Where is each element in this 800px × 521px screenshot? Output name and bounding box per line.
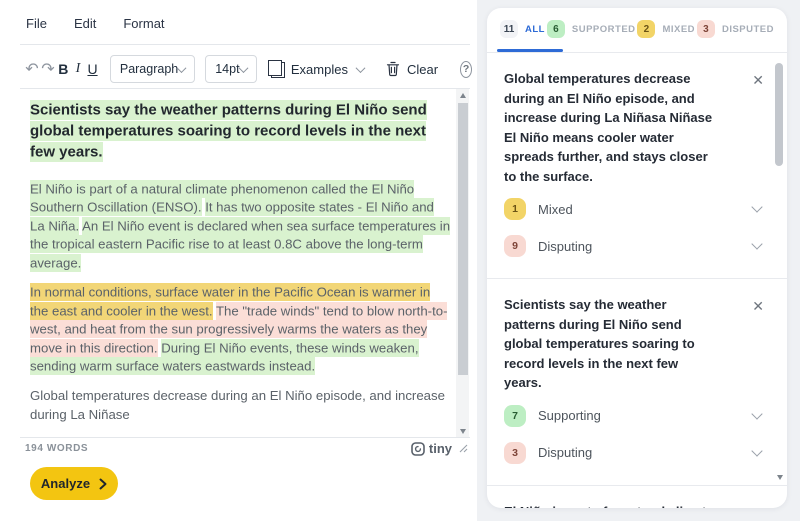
help-icon[interactable]: ? — [460, 61, 472, 78]
menu-format[interactable]: Format — [123, 16, 164, 31]
paragraph-style-value: Paragraph — [120, 62, 178, 76]
scroll-down-arrow[interactable] — [777, 480, 783, 498]
close-icon[interactable]: ✕ — [750, 296, 766, 317]
claim-text: Global temperatures decrease during an E… — [504, 69, 714, 186]
tab-supported[interactable]: 6 SUPPORTED — [547, 20, 636, 38]
tiny-logo[interactable]: tiny — [411, 441, 452, 456]
panel-scrollbar — [775, 58, 783, 482]
claim-evidence-row[interactable]: 3 Disputing — [504, 442, 771, 464]
claims-panel: 11 ALL 6 SUPPORTED 2 MIXED 3 DISPUTED Gl… — [487, 8, 787, 508]
tab-mixed-label: MIXED — [662, 24, 695, 35]
editor-toolbar: ↶ ↷ B I U Paragraph 14pt Examples Clear … — [24, 51, 472, 87]
tab-all-label: ALL — [525, 24, 545, 35]
tab-disputed[interactable]: 3 DISPUTED — [697, 20, 774, 38]
claim-evidence-row[interactable]: 7 Supporting — [504, 405, 771, 427]
tab-disputed-count: 3 — [697, 20, 715, 38]
close-icon[interactable]: ✕ — [750, 70, 766, 91]
font-size-value: 14pt — [215, 62, 239, 76]
editor-content[interactable]: Scientists say the weather patterns duri… — [30, 89, 452, 437]
undo-icon[interactable]: ↶ — [24, 55, 40, 83]
editor-paragraph: El Niño is part of a natural climate phe… — [30, 180, 452, 273]
claims-tabs: 11 ALL 6 SUPPORTED 2 MIXED 3 DISPUTED — [487, 8, 787, 50]
word-count: 194 WORDS — [25, 443, 88, 454]
copy-pages-icon[interactable] — [271, 60, 282, 78]
chevron-down-icon — [177, 63, 187, 73]
menubar-divider — [20, 44, 470, 45]
examples-dropdown[interactable]: Examples — [291, 62, 364, 77]
claim-card: Global temperatures decrease during an E… — [487, 53, 787, 278]
chevron-down-icon — [356, 63, 366, 73]
tab-supported-count: 6 — [547, 20, 565, 38]
arrow-right-icon — [99, 478, 107, 490]
tiny-logo-text: tiny — [429, 441, 452, 456]
claims-list: Global temperatures decrease during an E… — [487, 53, 787, 508]
evidence-count-badge: 1 — [504, 198, 526, 220]
menu-file[interactable]: File — [26, 16, 47, 31]
chevron-down-icon[interactable] — [751, 201, 762, 212]
claim-card: Scientists say the weather patterns duri… — [487, 278, 787, 485]
font-size-select[interactable]: 14pt — [205, 55, 256, 83]
claim-text: El Niño is part of a natural climate phe… — [504, 502, 714, 509]
scroll-down-arrow[interactable] — [456, 425, 469, 437]
analyze-label: Analyze — [41, 476, 90, 491]
evidence-label: Mixed — [538, 202, 573, 217]
claim-card: El Niño is part of a natural climate phe… — [487, 485, 787, 509]
editor-paragraph: In normal conditions, surface water in t… — [30, 284, 452, 377]
scroll-up-arrow[interactable] — [456, 89, 469, 101]
chevron-down-icon[interactable] — [751, 445, 762, 456]
scrollbar-thumb[interactable] — [775, 63, 783, 166]
evidence-count-badge: 3 — [504, 442, 526, 464]
editor-heading: Scientists say the weather patterns duri… — [30, 99, 452, 162]
claim-evidence-row[interactable]: 9 Disputing — [504, 235, 771, 257]
highlighted-text-green: Scientists say the weather patterns duri… — [30, 100, 427, 162]
evidence-label: Disputing — [538, 239, 592, 254]
editor-menubar: File Edit Format — [26, 16, 165, 31]
evidence-label: Supporting — [538, 408, 601, 423]
tab-all-count: 11 — [500, 20, 518, 38]
chevron-down-icon[interactable] — [751, 238, 762, 249]
chevron-down-icon[interactable] — [751, 408, 762, 419]
editor-scrollbar — [456, 89, 469, 437]
tab-supported-label: SUPPORTED — [572, 24, 636, 35]
tab-mixed-count: 2 — [637, 20, 655, 38]
editor-statusbar: 194 WORDS tiny — [20, 437, 470, 459]
tab-disputed-label: DISPUTED — [722, 24, 774, 35]
clear-button[interactable]: Clear — [386, 61, 438, 77]
clear-label: Clear — [407, 62, 438, 77]
trash-icon — [386, 61, 400, 77]
close-icon[interactable]: ✕ — [750, 503, 766, 509]
redo-icon[interactable]: ↷ — [40, 55, 56, 83]
scrollbar-thumb[interactable] — [458, 103, 468, 375]
app: File Edit Format ↶ ↷ B I U Paragraph 14p… — [0, 0, 800, 521]
examples-label: Examples — [291, 62, 348, 77]
bold-button[interactable]: B — [56, 55, 71, 83]
highlighted-text-green: An El Niño event is declared when sea su… — [30, 217, 450, 272]
underline-button[interactable]: U — [85, 55, 100, 83]
resize-handle[interactable] — [459, 444, 468, 453]
evidence-label: Disputing — [538, 445, 592, 460]
editor-paragraph: Global temperatures decrease during an E… — [30, 387, 452, 424]
evidence-count-badge: 7 — [504, 405, 526, 427]
paragraph-style-select[interactable]: Paragraph — [110, 55, 195, 83]
italic-button[interactable]: I — [71, 55, 86, 83]
tab-all[interactable]: 11 ALL — [500, 20, 545, 38]
analyze-button[interactable]: Analyze — [30, 467, 118, 500]
claim-text: Scientists say the weather patterns duri… — [504, 295, 714, 393]
plain-text: Global temperatures decrease during an E… — [30, 388, 445, 422]
tiny-logo-icon — [411, 442, 425, 456]
evidence-count-badge: 9 — [504, 235, 526, 257]
menu-edit[interactable]: Edit — [74, 16, 96, 31]
claim-evidence-row[interactable]: 1 Mixed — [504, 198, 771, 220]
tab-mixed[interactable]: 2 MIXED — [637, 20, 695, 38]
